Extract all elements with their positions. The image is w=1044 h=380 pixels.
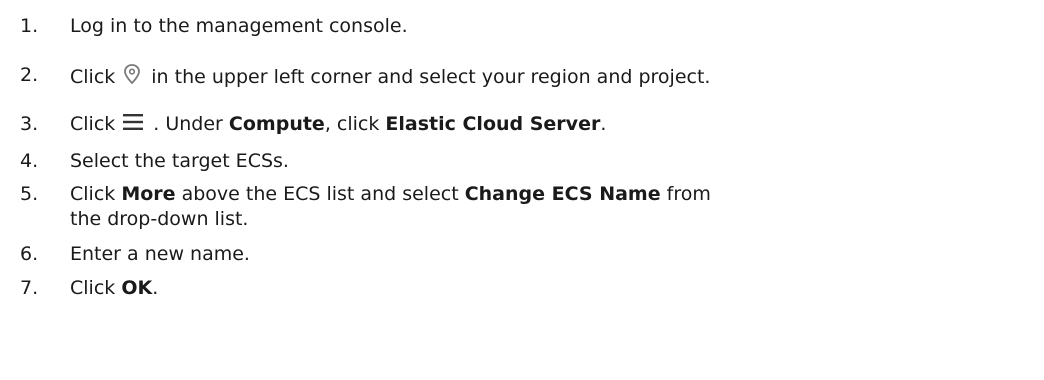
step-number: 1.: [20, 15, 39, 37]
step-text: Click. Under Compute, click Elastic Clou…: [70, 112, 1030, 139]
step-number: 3.: [20, 113, 39, 135]
step-text: Click in the upper left corner and select…: [70, 63, 1030, 92]
step-text: Select the target ECSs.: [70, 150, 289, 172]
step-number: 2.: [20, 64, 39, 86]
step-text: Click OK.: [70, 277, 159, 299]
step-text: Enter a new name.: [70, 243, 250, 265]
step-text: Click More above the ECS list and select…: [70, 183, 711, 230]
step-number: 5.: [20, 183, 39, 205]
step-number: 7.: [20, 277, 39, 299]
location-pin-icon: [121, 63, 143, 92]
hamburger-menu-icon: [121, 112, 145, 139]
step-text: Log in to the management console.: [70, 15, 408, 37]
step-number: 4.: [20, 150, 39, 172]
step-number: 6.: [20, 243, 39, 265]
